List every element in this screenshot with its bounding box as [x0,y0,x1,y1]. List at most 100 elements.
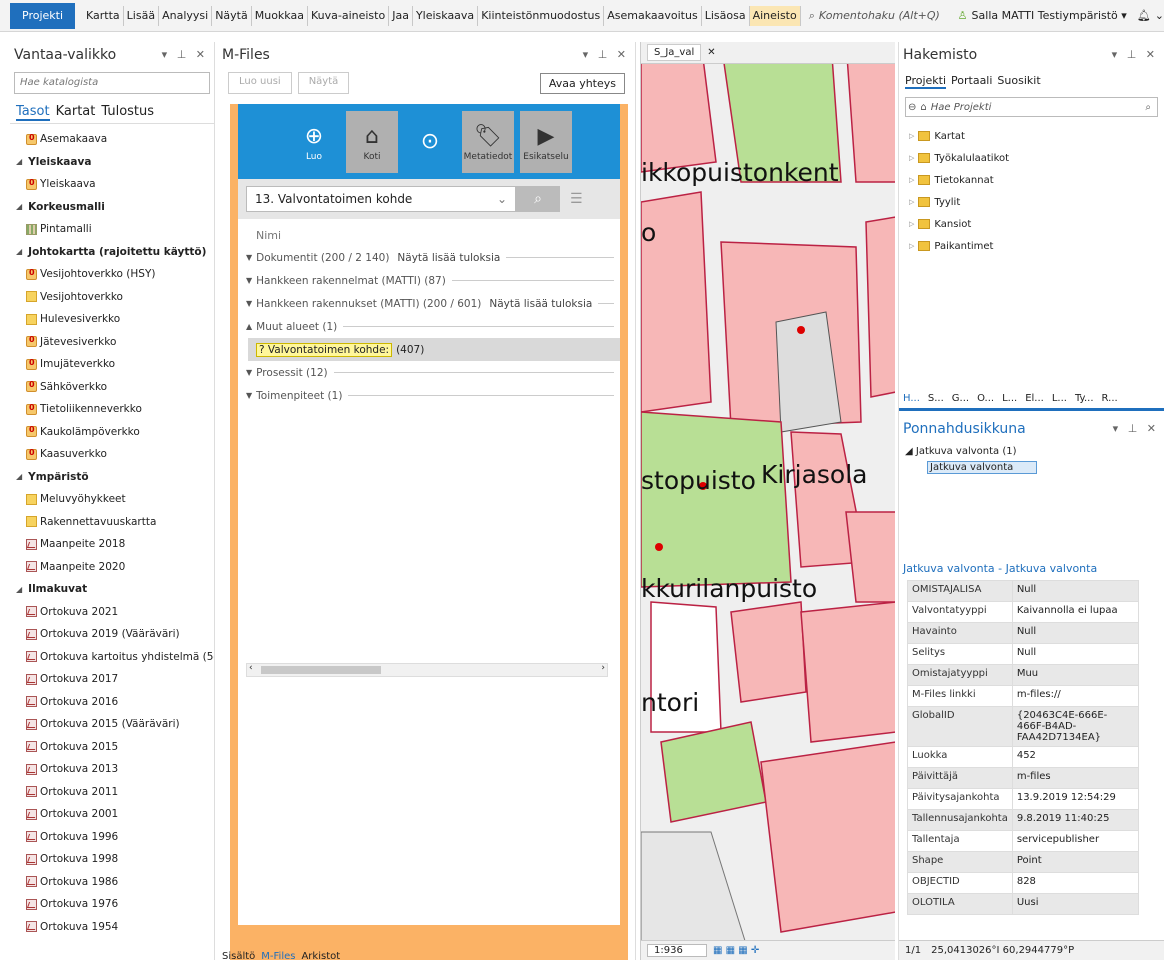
list-group[interactable]: ▼ Hankkeen rakennelmat (MATTI) (87) [238,269,620,292]
map-view[interactable]: S_Ja_val ✕ ikkopuistonkent o stopuisto Ki… [640,42,895,960]
map-tools-icons[interactable]: ▦ ▦ ▦ ✛ [713,945,759,956]
bottom-tab[interactable]: G... [952,393,969,404]
tab-arkistot[interactable]: Arkistot [301,951,340,962]
layer-item[interactable]: Vesijohtoverkko (HSY) [10,263,214,286]
column-header-name[interactable]: Nimi [238,225,620,246]
layer-group[interactable]: ◢ Yleiskaava [10,151,214,174]
tab-analyysi[interactable]: Analyysi [159,5,213,26]
expand-icon[interactable]: ▼ [246,276,252,285]
layer-item[interactable]: Ortokuva 1976 [10,893,214,916]
layer-group[interactable]: ◢ Johtokartta (rajoitettu käyttö) [10,241,214,264]
layer-item[interactable]: Meluvyöhykkeet [10,488,214,511]
layer-group[interactable]: ◢ Ilmakuvat [10,578,214,601]
expand-icon[interactable]: ▷ [909,220,914,228]
tab-sisältö[interactable]: Sisältö [222,951,255,962]
expand-icon[interactable]: ▷ [909,242,914,250]
search-button[interactable]: ⌕ [516,186,560,212]
layer-item[interactable]: Ortokuva 2019 (Vääräväri) [10,623,214,646]
expand-icon[interactable]: ▷ [909,176,914,184]
list-group[interactable]: ▼ Toimenpiteet (1) [238,384,620,407]
tab-projekti[interactable]: Projekti [10,2,76,29]
map-tab[interactable]: S_Ja_val ✕ [641,42,895,64]
tab-lisää[interactable]: Lisää [124,5,160,26]
popup-group[interactable]: ◢ Jatkuva valvonta (1) [899,442,1164,461]
layer-item[interactable]: Ortokuva 2015 [10,736,214,759]
tab-tasot[interactable]: Tasot [16,104,50,121]
bottom-tab[interactable]: H... [903,393,920,404]
expand-icon[interactable]: ▷ [909,154,914,162]
bottom-tab[interactable]: El... [1025,393,1044,404]
layer-item[interactable]: Imujäteverkko [10,353,214,376]
pane-controls[interactable]: ▾ ⊥ ✕ [1112,42,1164,68]
bottom-tab[interactable]: R... [1102,393,1118,404]
tree-item[interactable]: ▷ Työkalulaatikot [899,147,1164,169]
plus-button[interactable]: ⊕ Luo [288,111,340,173]
popup-item[interactable]: Jatkuva valvonta [927,461,1037,474]
project-search-input[interactable]: ⊖ ⌂ Hae Projekti ⌕ [905,97,1158,117]
bottom-tab[interactable]: S... [928,393,944,404]
layer-item[interactable]: Ortokuva 2017 [10,668,214,691]
tree-item[interactable]: ▷ Tyylit [899,191,1164,213]
layer-item[interactable]: Maanpeite 2018 [10,533,214,556]
home-icon[interactable]: ⌂ [920,102,926,113]
tab-aineisto[interactable]: Aineisto [749,5,801,26]
layer-item[interactable]: Tietoliikenneverkko [10,398,214,421]
chevron-button[interactable]: ⊙ [404,111,456,173]
expand-icon[interactable]: ▼ [246,299,252,308]
list-group[interactable]: ▼ Hankkeen rakennukset (MATTI) (200 / 60… [238,292,620,315]
page-indicator[interactable]: 1/1 [905,945,921,956]
show-button[interactable]: Näytä [297,72,350,94]
layer-item[interactable]: Ortokuva 2013 [10,758,214,781]
list-group[interactable]: ▼ Prosessit (12) [238,361,620,384]
scrollbar-thumb[interactable] [261,666,381,674]
tab-muokkaa[interactable]: Muokkaa [252,5,308,26]
tab-asemakaavoitus[interactable]: Asemakaavoitus [604,5,702,26]
tab-kuva-aineisto[interactable]: Kuva-aineisto [308,5,390,26]
user-menu[interactable]: ♙ Salla MATTI Testiympäristö ▾ 🔔︎ ⌄ [958,9,1164,22]
expand-icon[interactable]: ▼ [246,391,252,400]
show-more-link[interactable]: Näytä lisää tuloksia [489,298,592,310]
expand-icon[interactable]: ▼ [246,253,252,262]
layer-item[interactable]: Kaukolämpöverkko [10,421,214,444]
layer-item[interactable]: Vesijohtoverkko [10,286,214,309]
filter-settings-icon[interactable]: ☰ [570,191,583,207]
tab-lisäosa[interactable]: Lisäosa [702,5,750,26]
collapse-icon[interactable]: ▲ [246,322,252,331]
tree-item[interactable]: ▷ Kansiot [899,213,1164,235]
tab-kartat[interactable]: Kartat [56,104,96,121]
layer-item[interactable]: Ortokuva 1996 [10,826,214,849]
layer-item[interactable]: Ortokuva 2016 [10,691,214,714]
open-connection-button[interactable]: Avaa yhteys [539,72,625,94]
expand-icon[interactable]: ◢ [16,472,22,481]
layer-group[interactable]: ◢ Korkeusmalli [10,196,214,219]
tree-item[interactable]: ▷ Kartat [899,125,1164,147]
tab-näytä[interactable]: Näytä [212,5,252,26]
bottom-tab[interactable]: L... [1002,393,1017,404]
tag-button[interactable]: 🏷︎ Metatiedot [462,110,514,173]
chevron-down-icon[interactable]: ⌄ [1155,9,1164,22]
tab-suosikit[interactable]: Suosikit [997,74,1040,89]
layer-item[interactable]: Jätevesiverkko [10,331,214,354]
play-button[interactable]: ▶ Esikatselu [520,110,572,173]
layer-item[interactable]: Ortokuva 2015 (Vääräväri) [10,713,214,736]
scale-select[interactable]: 1:936 [647,944,707,957]
layer-item[interactable]: Yleiskaava [10,173,214,196]
layer-group[interactable]: ◢ Ympäristö [10,466,214,489]
new-button[interactable]: Luo uusi [228,72,292,94]
bottom-tab[interactable]: Ty... [1075,393,1094,404]
expand-icon[interactable]: ◢ [16,585,22,594]
command-search[interactable]: ⌕ Komentohaku (Alt+Q) [809,9,948,23]
list-group[interactable]: ▼ Dokumentit (200 / 2 140) Näytä lisää tu… [238,246,620,269]
tree-item[interactable]: ▷ Tietokannat [899,169,1164,191]
tab-projekti[interactable]: Projekti [905,74,947,89]
bottom-tab[interactable]: O... [977,393,994,404]
layer-item[interactable]: Maanpeite 2020 [10,556,214,579]
layer-item[interactable]: Ortokuva 1998 [10,848,214,871]
tab-yleiskaava[interactable]: Yleiskaava [413,5,479,26]
tab-kiinteistönmuodostus[interactable]: Kiinteistönmuodostus [478,5,605,26]
layer-item[interactable]: Ortokuva 1986 [10,871,214,894]
tab-kartta[interactable]: Kartta [83,5,124,26]
view-select[interactable]: 13. Valvontatoimen kohde ⌄ [246,186,516,212]
list-item[interactable]: ? Valvontatoimen kohde: (407) [248,338,620,361]
expand-icon[interactable]: ▷ [909,198,914,206]
